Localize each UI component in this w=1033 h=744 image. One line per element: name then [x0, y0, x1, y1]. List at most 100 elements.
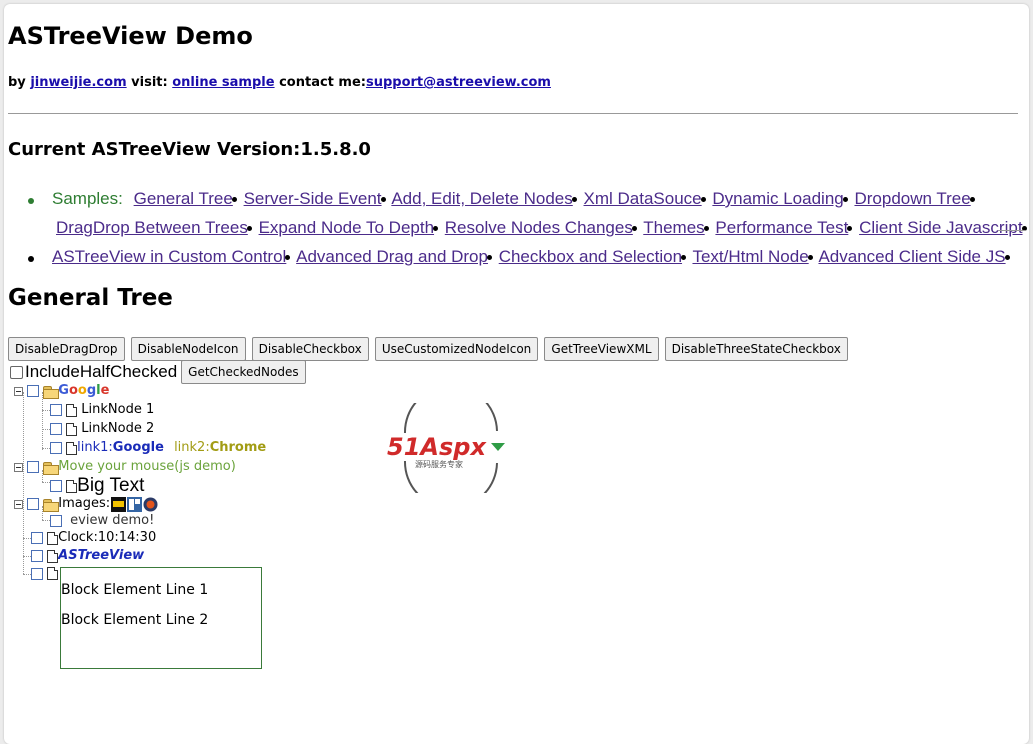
section-title: General Tree	[8, 285, 173, 311]
get-xml-button[interactable]: GetTreeViewXML	[544, 337, 659, 361]
online-sample-link[interactable]: online sample	[172, 75, 274, 90]
page-title: ASTreeView Demo	[8, 22, 253, 50]
nav-link-checkbox-selection[interactable]: Checkbox and Selection	[499, 247, 687, 266]
watermark-logo: 51Aspx 源码服务专家	[387, 403, 505, 493]
document-icon	[66, 441, 78, 455]
google-letter: G	[58, 383, 69, 398]
google-label: Google	[58, 383, 109, 398]
divider	[8, 113, 1018, 114]
node-label[interactable]: ASTreeView	[58, 548, 144, 563]
include-half-checked-checkbox[interactable]	[10, 365, 23, 379]
node-checkbox[interactable]	[50, 404, 62, 416]
node-checkbox[interactable]	[50, 423, 62, 435]
use-custom-icon-button[interactable]: UseCustomizedNodeIcon	[374, 337, 539, 361]
nav-link-dropdown-tree[interactable]: Dropdown Tree	[854, 189, 975, 208]
node-checkbox[interactable]	[50, 480, 62, 492]
tree-guide	[42, 429, 50, 430]
bullet-dot	[969, 197, 975, 202]
document-icon	[47, 531, 59, 545]
nav-link-xml-datasource[interactable]: Xml DataSouce	[584, 189, 706, 208]
node-checkbox[interactable]	[27, 461, 40, 473]
bullet-dot	[842, 197, 848, 202]
tree-guide	[23, 574, 31, 575]
node-checkbox[interactable]	[31, 567, 43, 580]
disable-dragdrop-button[interactable]: DisableDragDrop	[8, 337, 125, 361]
disable-checkbox-button[interactable]: DisableCheckbox	[251, 337, 369, 361]
tree-node-links[interactable]: link1:Google link2:Chrome	[50, 439, 266, 457]
document-icon	[47, 567, 59, 580]
node-label[interactable]: Clock:10:14:30	[58, 530, 156, 545]
tree-node-images[interactable]: Images:	[14, 495, 158, 513]
nav-link-dynamic-loading[interactable]: Dynamic Loading	[712, 189, 848, 208]
tree-node-clock[interactable]: Clock:10:14:30	[31, 529, 156, 547]
toolbar: DisableDragDrop DisableNodeIcon DisableC…	[8, 337, 849, 361]
link1-google[interactable]: Google	[113, 440, 164, 455]
grid-image-icon	[127, 496, 143, 512]
node-label[interactable]: LinkNode 2	[81, 421, 154, 436]
author-link[interactable]: jinweijie.com	[30, 75, 126, 90]
link2-label: link2:	[174, 440, 210, 455]
tree-guide	[42, 410, 50, 411]
bullet-dot	[681, 255, 687, 260]
node-checkbox[interactable]	[31, 550, 43, 562]
nav-link-expand-depth[interactable]: Expand Node To Depth	[259, 218, 439, 237]
document-icon	[66, 479, 78, 493]
folder-icon	[43, 385, 60, 399]
version-heading: Current ASTreeView Version:1.5.8.0	[8, 139, 371, 160]
bullet-dot	[631, 226, 637, 231]
node-checkbox[interactable]	[27, 385, 40, 397]
node-label[interactable]: eview demo!	[70, 513, 154, 528]
tree-node-big-text[interactable]: Big Text	[50, 475, 144, 497]
bullet-dot	[703, 226, 709, 231]
node-checkbox[interactable]	[31, 532, 43, 544]
contact-email-link[interactable]: support@astreeview.com	[366, 75, 551, 90]
nav-link-advanced-client-js[interactable]: Advanced Client Side JS	[818, 247, 1010, 266]
bullet-dot	[486, 255, 492, 260]
nav-link-performance[interactable]: Performance Test	[715, 218, 853, 237]
node-label[interactable]: Big Text	[77, 475, 144, 496]
collapse-icon[interactable]	[14, 499, 23, 509]
node-checkbox[interactable]	[50, 442, 62, 454]
document-icon	[66, 403, 78, 417]
nav-link-client-js[interactable]: Client Side Javascript	[859, 218, 1027, 237]
nav-link-resolve-changes[interactable]: Resolve Nodes Changes	[445, 218, 637, 237]
collapse-icon[interactable]	[14, 462, 23, 472]
tree-node-preview[interactable]: eview demo!	[50, 512, 154, 530]
bullet-dot	[807, 255, 813, 260]
nav-link-text-html-node[interactable]: Text/Html Node	[692, 247, 813, 266]
folder-icon	[43, 461, 60, 475]
bullet-dot	[380, 197, 386, 202]
nav-link-advanced-dragdrop[interactable]: Advanced Drag and Drop	[296, 247, 492, 266]
tree-node-linknode-1[interactable]: LinkNode 1	[50, 401, 154, 419]
link1-label: link1:	[77, 440, 113, 455]
tree-node-google[interactable]: Google	[14, 382, 109, 400]
bullet-dot	[1004, 255, 1010, 260]
nav-link-dragdrop-between[interactable]: DragDrop Between Trees	[56, 218, 252, 237]
nav-link-custom-control[interactable]: ASTreeView in Custom Control	[52, 247, 291, 266]
tree-guide	[23, 538, 31, 539]
tree-guide	[42, 520, 50, 521]
node-label[interactable]: Images:	[58, 496, 110, 511]
by-label: by	[8, 75, 31, 90]
tree-node-block[interactable]	[31, 565, 59, 583]
disable-nodeicon-button[interactable]: DisableNodeIcon	[130, 337, 246, 361]
nav-link-themes[interactable]: Themes	[643, 218, 709, 237]
bullet-dot	[571, 197, 577, 202]
tree-node-astreeview[interactable]: ASTreeView	[31, 547, 144, 565]
bullet-dot	[285, 255, 291, 260]
nav-link-server-side-event[interactable]: Server-Side Event	[244, 189, 386, 208]
node-label[interactable]: LinkNode 1	[81, 402, 154, 417]
ast-logo-icon	[111, 496, 127, 512]
tree-node-move-mouse[interactable]: Move your mouse(js demo)	[14, 458, 236, 476]
firefox-icon	[143, 497, 158, 511]
tree-node-linknode-2[interactable]: LinkNode 2	[50, 420, 154, 438]
collapse-icon[interactable]	[14, 386, 23, 396]
node-label[interactable]: Move your mouse(js demo)	[58, 459, 236, 474]
link2-chrome[interactable]: Chrome	[210, 440, 267, 455]
node-checkbox[interactable]	[50, 515, 62, 527]
disable-three-state-button[interactable]: DisableThreeStateCheckbox	[664, 337, 848, 361]
nav-link-add-edit-delete[interactable]: Add, Edit, Delete Nodes	[391, 189, 577, 208]
tree-guide	[23, 556, 31, 557]
node-checkbox[interactable]	[27, 498, 40, 510]
nav-link-general-tree[interactable]: General Tree	[134, 189, 237, 208]
